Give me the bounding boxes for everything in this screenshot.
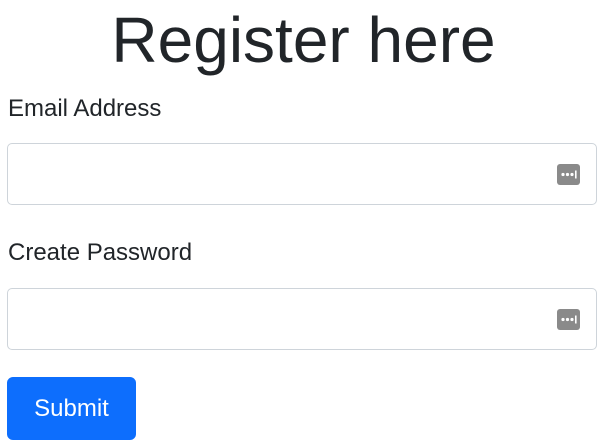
password-autofill-key-icon[interactable] (557, 164, 580, 185)
password-label: Create Password (8, 239, 193, 266)
password-field[interactable] (8, 289, 596, 349)
registration-page: Register here Email Address Create Passw… (0, 0, 607, 448)
page-title: Register here (111, 4, 496, 76)
password-field-container (7, 288, 597, 350)
password-autofill-key-icon[interactable] (557, 309, 580, 330)
email-label: Email Address (8, 95, 162, 122)
submit-button[interactable]: Submit (7, 377, 136, 440)
email-field[interactable] (8, 144, 596, 204)
email-field-container (7, 143, 597, 205)
